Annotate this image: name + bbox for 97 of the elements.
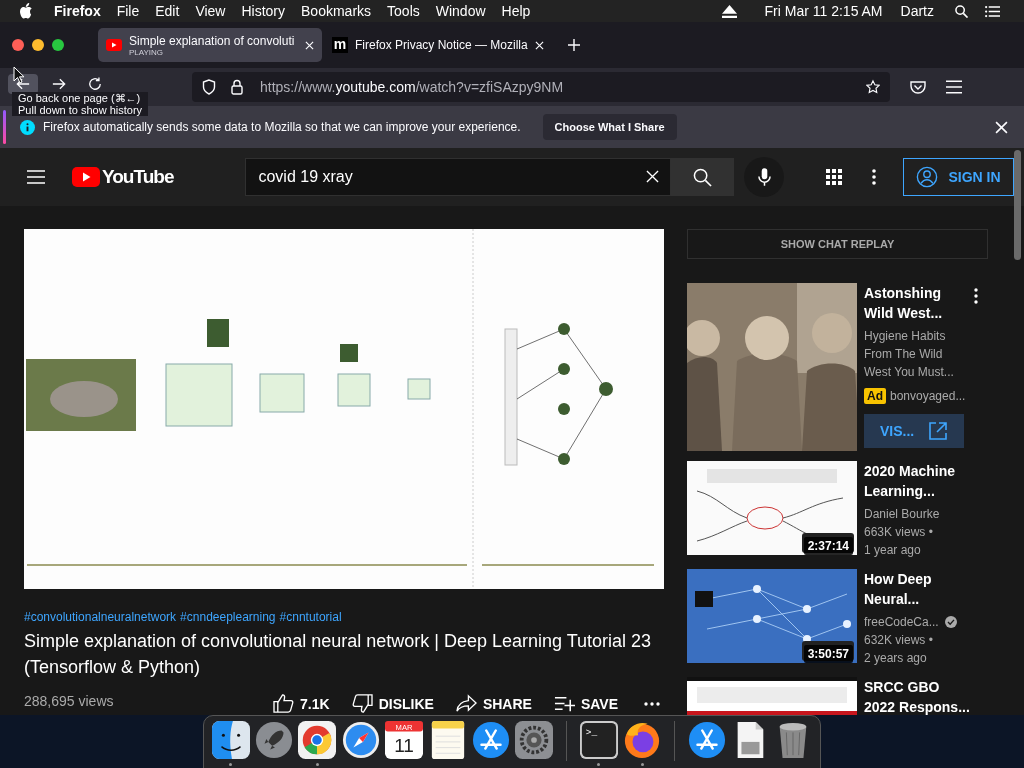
search-button[interactable]	[671, 158, 735, 196]
play-logo-icon	[72, 167, 100, 187]
site-logo-icon: m	[332, 37, 348, 53]
hashtag-link[interactable]: #convolutionalneuralnetwork	[24, 610, 177, 624]
menu-item[interactable]: Tools	[387, 3, 420, 19]
tab-title: Simple explanation of convoluti	[129, 33, 296, 48]
reload-icon	[88, 77, 102, 91]
channel-name[interactable]: Daniel Bourke	[864, 505, 940, 523]
video-duration: 3:50:57	[803, 645, 853, 663]
zoom-window-button[interactable]	[52, 39, 64, 51]
close-icon[interactable]	[995, 120, 1008, 134]
video-title[interactable]: 2020 Machine Learning...	[864, 461, 970, 501]
pocket-icon[interactable]	[910, 80, 926, 94]
video-title[interactable]: How Deep Neural...	[864, 569, 970, 609]
terminal-icon[interactable]: >_	[579, 721, 618, 759]
browser-tab[interactable]: m Firefox Privacy Notice — Mozilla	[324, 28, 552, 62]
add-to-list-icon	[553, 694, 575, 713]
choose-share-button[interactable]: Choose What I Share	[542, 114, 677, 140]
clear-icon[interactable]	[646, 170, 660, 183]
apple-icon[interactable]	[20, 3, 34, 19]
ad-badge: Ad	[864, 388, 886, 404]
view-count: 288,695 views	[24, 692, 114, 709]
browser-tab[interactable]: Simple explanation of convoluti PLAYING	[98, 28, 322, 62]
user-name[interactable]: Dartz	[900, 3, 934, 19]
app-menu[interactable]: Firefox	[54, 3, 101, 19]
compass-icon[interactable]	[341, 721, 380, 759]
rocket-icon[interactable]	[255, 721, 294, 759]
microphone-button[interactable]	[744, 157, 785, 197]
more-options-icon[interactable]	[974, 288, 978, 304]
close-icon[interactable]	[534, 40, 544, 50]
tab-title: Firefox Privacy Notice — Mozilla	[355, 38, 528, 52]
view-count: 663K views •	[864, 524, 934, 541]
channel-name[interactable]: bonvoyaged...	[890, 387, 966, 405]
external-link-icon	[928, 421, 948, 441]
microphone-icon	[757, 167, 771, 187]
cursor-icon	[13, 66, 25, 84]
like-button[interactable]: 7.1K	[273, 694, 330, 713]
menu-icon[interactable]	[27, 170, 45, 184]
menu-item[interactable]: History	[241, 3, 286, 19]
hashtag-link[interactable]: #cnndeeplearning	[180, 610, 276, 624]
tooltip-text: Go back one page (⌘←)	[18, 92, 142, 104]
more-options-icon[interactable]	[644, 701, 660, 706]
upload-age: 2 years ago	[864, 650, 928, 667]
thumbs-up-icon	[273, 694, 295, 713]
view-count: 632K views •	[864, 632, 934, 649]
list-icon[interactable]	[985, 4, 1000, 18]
tab-status: PLAYING	[129, 47, 164, 57]
more-options-icon[interactable]	[872, 169, 877, 185]
browser-icon[interactable]	[298, 721, 337, 759]
video-duration: 2:37:14	[803, 537, 853, 555]
menu-item[interactable]: Edit	[155, 3, 180, 19]
app-store-icon[interactable]	[472, 721, 511, 759]
notification-message: Firefox automatically sends some data to Mozilla so that we can improve your experience.	[43, 120, 521, 134]
clock[interactable]: Fri Mar 11 2:15 AM	[764, 3, 883, 19]
video-title[interactable]: Astonshing Wild West...	[864, 283, 970, 323]
search-icon	[693, 167, 713, 187]
minimize-window-button[interactable]	[32, 39, 44, 51]
thumbs-down-icon	[351, 694, 373, 713]
app-store-icon[interactable]	[687, 721, 726, 759]
dislike-button[interactable]: DISLIKE	[351, 694, 434, 713]
fox-globe-icon[interactable]	[623, 721, 662, 759]
hashtag-link[interactable]: #cnntutorial	[279, 610, 342, 624]
scrollbar[interactable]	[1014, 150, 1021, 260]
new-tab-icon[interactable]	[567, 39, 580, 51]
visit-site-button[interactable]: VIS...	[864, 414, 964, 448]
play-logo-icon	[106, 39, 122, 51]
forward-arrow-icon	[52, 77, 66, 91]
apps-grid-icon[interactable]	[826, 169, 843, 185]
account-icon	[916, 166, 939, 188]
gear-icon[interactable]	[515, 721, 554, 759]
menu-icon[interactable]	[946, 80, 962, 94]
video-title: Simple explanation of convolutional neural network | Deep Learning Tutorial 23 (Tensorflow & Python)	[24, 630, 653, 679]
menu-item[interactable]: Bookmarks	[301, 3, 372, 19]
menu-item[interactable]: View	[195, 3, 226, 19]
show-chat-replay-button[interactable]: SHOW CHAT REPLAY	[687, 229, 988, 259]
channel-name[interactable]: freeCodeCa...	[864, 613, 939, 631]
upload-age: 1 year ago	[864, 542, 922, 559]
close-window-button[interactable]	[12, 39, 24, 51]
search-field[interactable]: covid 19 xray	[245, 158, 672, 196]
ad-description: Hygiene Habits From The Wild West You Must...	[864, 328, 955, 381]
menu-item[interactable]: Help	[501, 3, 531, 19]
site-logo[interactable]: YouTube	[102, 166, 174, 188]
calendar-icon[interactable]: MAR 11	[385, 721, 424, 759]
menu-item[interactable]: Window	[435, 3, 486, 19]
info-icon	[20, 119, 35, 135]
menu-item[interactable]: File	[116, 3, 140, 19]
sign-in-button[interactable]: SIGN IN	[903, 158, 1014, 196]
tooltip-text: Pull down to show history	[18, 104, 143, 116]
smiling-face-icon[interactable]	[211, 721, 250, 759]
save-button[interactable]: SAVE	[553, 694, 618, 713]
share-button[interactable]: SHARE	[455, 694, 532, 713]
eject-icon[interactable]	[721, 4, 737, 18]
close-icon[interactable]	[305, 40, 314, 50]
search-icon[interactable]	[954, 4, 969, 18]
share-arrow-icon	[455, 694, 477, 713]
video-title[interactable]: SRCC GBO 2022 Respons...	[864, 677, 970, 715]
address-bar[interactable]: https://www.youtube.com/watch?v=zfiSAzpy9NM	[192, 72, 890, 102]
